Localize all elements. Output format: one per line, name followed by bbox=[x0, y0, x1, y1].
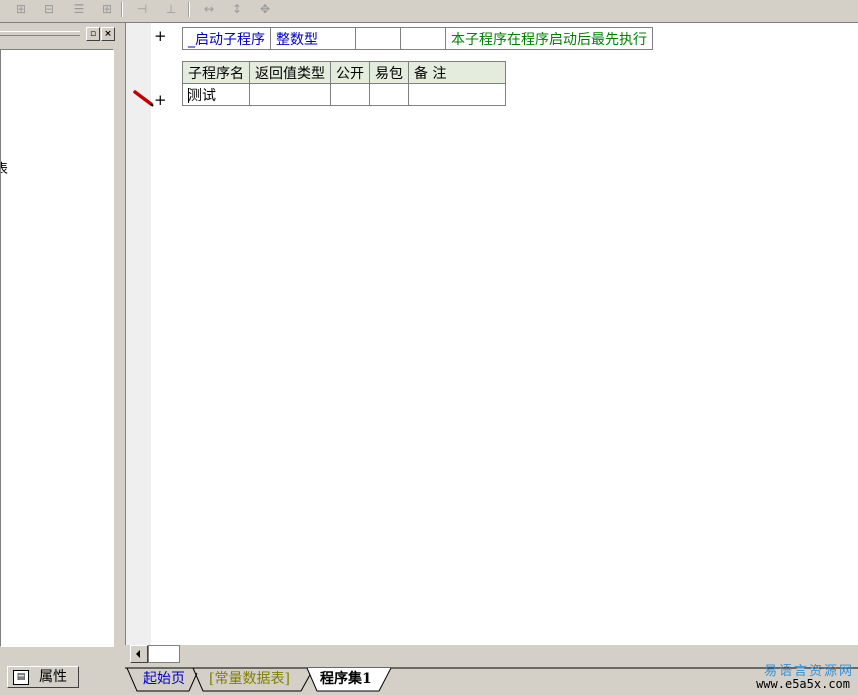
tab-program-set[interactable]: 程序集1 bbox=[316, 668, 376, 690]
scroll-track[interactable] bbox=[148, 645, 180, 663]
align-left-icon[interactable]: ⊞ bbox=[12, 1, 30, 17]
tab-start-page[interactable]: 起始页 bbox=[139, 668, 189, 690]
panel-grip[interactable] bbox=[0, 31, 80, 36]
note-cell[interactable] bbox=[408, 83, 506, 106]
close-icon[interactable]: × bbox=[101, 27, 115, 41]
col-header-return: 返回值类型 bbox=[249, 61, 331, 84]
expand-icon[interactable]: + bbox=[154, 27, 167, 45]
col-header-note: 备 注 bbox=[408, 61, 506, 84]
sub-name-cell[interactable]: _启动子程序 bbox=[182, 27, 271, 50]
arrow-left-icon bbox=[136, 650, 140, 658]
return-type-cell[interactable] bbox=[249, 83, 331, 106]
same-width-icon[interactable]: ↔ bbox=[200, 1, 218, 17]
properties-tab[interactable]: ▤ 属性 bbox=[7, 666, 79, 688]
public-cell[interactable] bbox=[355, 27, 401, 50]
watermark-url: www.e5a5x.com bbox=[756, 677, 850, 691]
left-panel: ▫ × 表 bbox=[0, 23, 122, 663]
sub-name-cell[interactable]: 测试 bbox=[182, 83, 250, 106]
tab-constant-table[interactable]: [常量数据表] bbox=[205, 668, 294, 690]
align-top-icon[interactable]: ☰ bbox=[70, 1, 88, 17]
table-header-row: 子程序名 返回值类型 公开 易包 备 注 bbox=[182, 61, 506, 84]
toolbar: ⊞ ⊟ ☰ ⊞ ⊣ ⊥ ↔ ↕ ✥ bbox=[0, 0, 858, 23]
return-type-cell[interactable]: 整数型 bbox=[270, 27, 356, 50]
sub-name-value: 测试 bbox=[188, 87, 216, 104]
col-header-public: 公开 bbox=[330, 61, 370, 84]
restore-icon[interactable]: ▫ bbox=[86, 27, 100, 41]
expand-icon[interactable]: + bbox=[154, 91, 167, 109]
same-size-icon[interactable]: ✥ bbox=[256, 1, 274, 17]
table-row: _启动子程序 整数型 本子程序在程序启动后最先执行 bbox=[182, 27, 653, 50]
pencil-icon bbox=[133, 90, 154, 107]
horizontal-scrollbar[interactable] bbox=[125, 645, 858, 663]
toolbar-separator bbox=[188, 2, 190, 17]
properties-label: 属性 bbox=[39, 669, 67, 685]
col-header-package: 易包 bbox=[369, 61, 409, 84]
note-cell[interactable]: 本子程序在程序启动后最先执行 bbox=[445, 27, 653, 50]
align-center-icon[interactable]: ⊟ bbox=[40, 1, 58, 17]
properties-icon: ▤ bbox=[13, 670, 29, 685]
space-horizontal-icon[interactable]: ⊣ bbox=[133, 1, 151, 17]
table-row: 测试 bbox=[182, 83, 506, 106]
editor-gutter bbox=[126, 23, 151, 645]
col-header-name: 子程序名 bbox=[182, 61, 250, 84]
left-panel-content[interactable]: 表 bbox=[0, 49, 114, 647]
startup-sub-table: _启动子程序 整数型 本子程序在程序启动后最先执行 bbox=[182, 27, 653, 50]
sub-program-table: 子程序名 返回值类型 公开 易包 备 注 测试 bbox=[182, 61, 506, 106]
scroll-left-button[interactable] bbox=[130, 645, 148, 663]
toolbar-separator bbox=[121, 2, 123, 17]
left-panel-titlebar: ▫ × bbox=[0, 25, 120, 43]
same-height-icon[interactable]: ↕ bbox=[228, 1, 246, 17]
package-cell[interactable] bbox=[400, 27, 446, 50]
space-vertical-icon[interactable]: ⊥ bbox=[162, 1, 180, 17]
align-bottom-icon[interactable]: ⊞ bbox=[98, 1, 116, 17]
code-editor[interactable]: + + _启动子程序 整数型 本子程序在程序启动后最先执行 子程序名 返回值类型… bbox=[125, 23, 858, 645]
package-cell[interactable] bbox=[369, 83, 409, 106]
document-tabs: 起始页 [常量数据表] 程序集1 bbox=[125, 665, 858, 695]
left-panel-text: 表 bbox=[1, 158, 8, 177]
public-cell[interactable] bbox=[330, 83, 370, 106]
